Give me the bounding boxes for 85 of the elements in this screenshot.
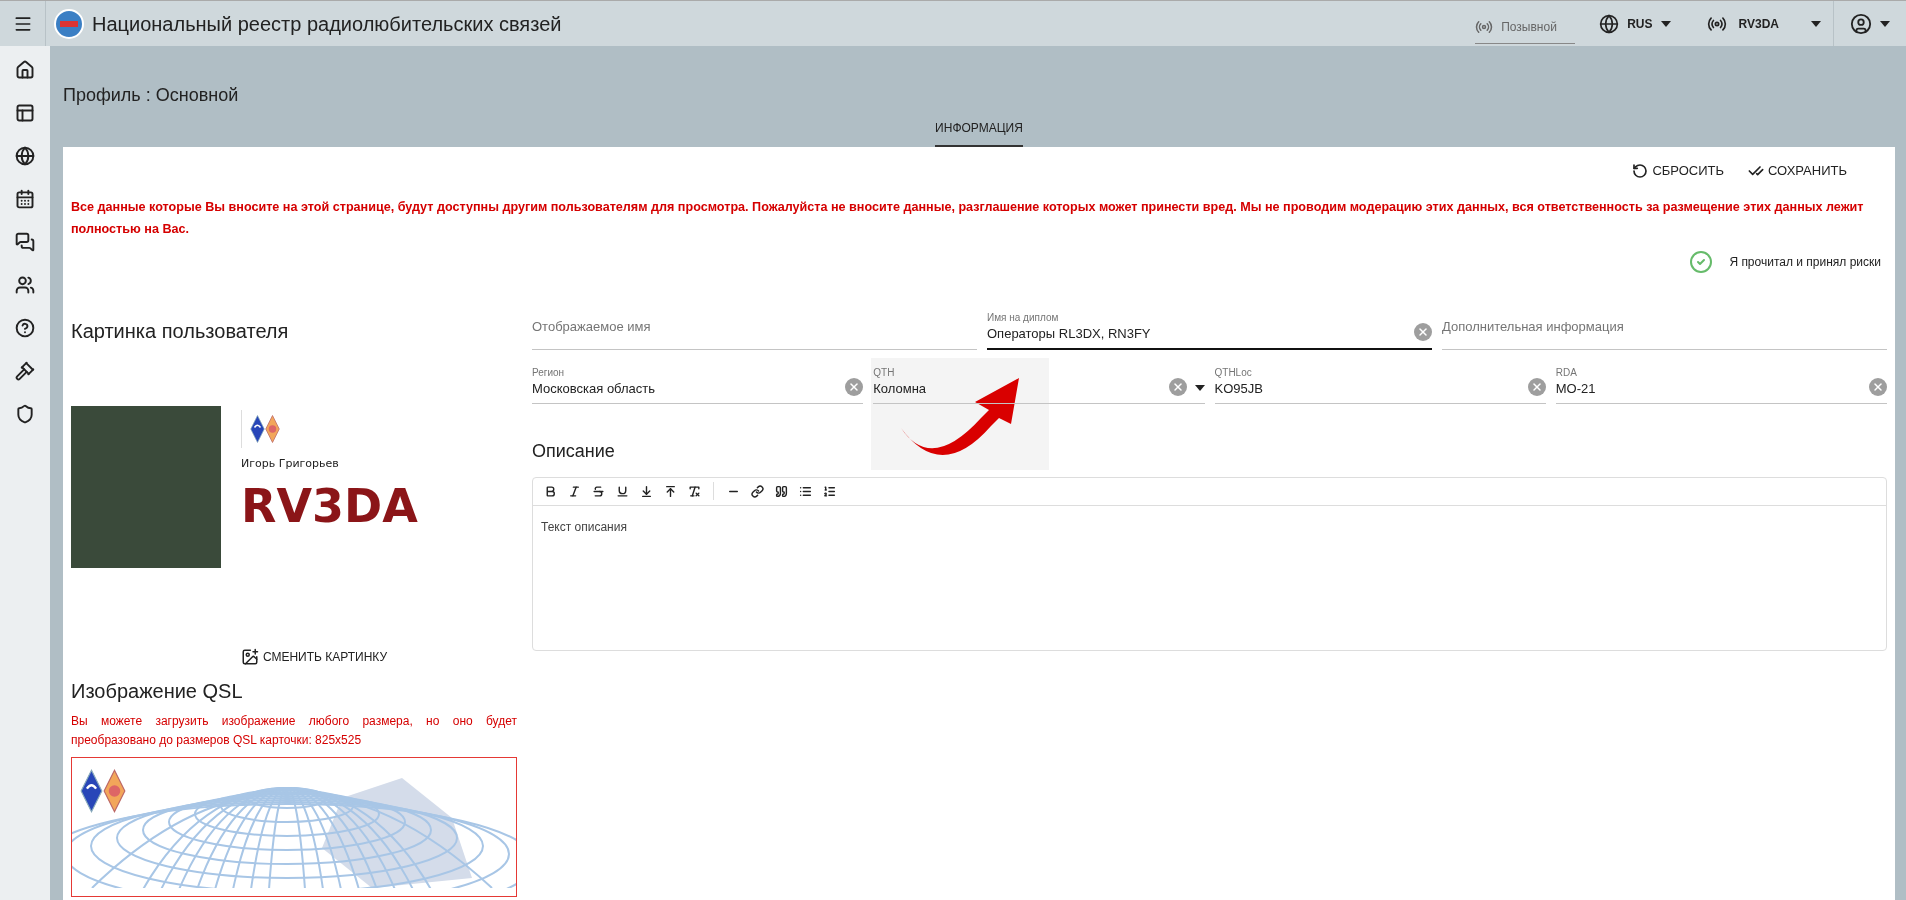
- clear-button[interactable]: [1527, 377, 1546, 396]
- chat-icon: [15, 232, 35, 252]
- close-icon: [1171, 380, 1184, 393]
- input-field[interactable]: QTHLoc KO95JB: [1214, 357, 1546, 404]
- account-icon: [1850, 12, 1872, 35]
- field-placeholder: Отображаемое имя: [532, 317, 652, 336]
- italic-icon: [567, 484, 581, 498]
- quote-icon: [774, 484, 788, 498]
- close-icon: [1872, 380, 1884, 393]
- dashboard-icon: [15, 103, 35, 123]
- numbered-list-icon: [822, 484, 836, 498]
- clear-format-icon: [687, 484, 701, 498]
- caret-icon: [1194, 384, 1205, 391]
- field-value: Операторы RL3DX, RN3FY: [987, 324, 1152, 343]
- logo-icon: [54, 8, 84, 39]
- clear-button[interactable]: [1869, 377, 1887, 396]
- superscript-icon: [663, 484, 677, 498]
- calendar-icon: [15, 189, 35, 209]
- globe-button[interactable]: [13, 144, 37, 168]
- qsl-heading: Изображение QSL: [71, 678, 244, 704]
- field-value: MO-21: [1555, 379, 1597, 398]
- field-label: QTH: [873, 366, 896, 379]
- clear-button[interactable]: [845, 377, 864, 396]
- image-icon: [240, 647, 259, 666]
- close-icon: [1417, 325, 1429, 338]
- input-field[interactable]: Отображаемое имя: [532, 303, 977, 350]
- bullet-list-icon: [798, 484, 812, 498]
- warning-text: Все данные которые Вы вносите на этой странице, будут доступны другим пользователям для просмотра. Пожалуйста не вносите данные, разглашение которых может принести вред. Мы не проводим модерацию этих данных, вся ответственность за размещение этих данных лежит полностью на Вас.: [71, 198, 1865, 238]
- callsign-text: RV3DA: [241, 478, 418, 535]
- save-button[interactable]: СОХРАНИТЬ: [1748, 161, 1847, 181]
- callsign-input[interactable]: Позывной: [1501, 18, 1572, 36]
- link-button[interactable]: [748, 482, 766, 500]
- caret-icon: [1811, 20, 1821, 27]
- radio-icon: [1475, 18, 1494, 36]
- input-field[interactable]: Дополнительная информация: [1442, 303, 1887, 350]
- field-label: Регион: [532, 366, 566, 379]
- language-button[interactable]: RUS: [1595, 13, 1675, 34]
- station-button[interactable]: RV3DA: [1702, 13, 1783, 34]
- field-label: Имя на диплом: [987, 311, 1060, 324]
- close-icon: [1530, 380, 1543, 393]
- subscript-icon: [639, 484, 653, 498]
- clear-button[interactable]: [1168, 377, 1187, 396]
- link-icon: [750, 484, 764, 498]
- caret-icon: [1880, 20, 1890, 27]
- reset-icon: [1632, 162, 1649, 179]
- field-label: RDA: [1555, 366, 1578, 379]
- risk-checkbox[interactable]: [1689, 249, 1714, 274]
- field-value: Московская область: [532, 379, 657, 398]
- rich-text-editor[interactable]: Текст описания: [532, 476, 1887, 651]
- globe-icon: [15, 146, 35, 166]
- input-field[interactable]: Имя на диплом Операторы RL3DX, RN3FY: [987, 303, 1432, 350]
- caret-icon: [1660, 20, 1671, 27]
- strikethrough-icon: [591, 484, 605, 498]
- chat-button[interactable]: [13, 230, 37, 254]
- qsl-note: Вы можете загрузить изображение любого размера, но оно будет преобразовано до размеров QSL карточки: 825x525: [71, 712, 517, 749]
- globe-icon: [1599, 13, 1620, 34]
- account-button[interactable]: [1850, 12, 1890, 35]
- select-field[interactable]: QTH Коломна: [873, 357, 1205, 404]
- input-field[interactable]: RDA MO-21: [1555, 357, 1887, 404]
- field-value: KO95JB: [1214, 379, 1264, 398]
- change-picture-button[interactable]: СМЕНИТЬ КАРТИНКУ: [240, 647, 388, 666]
- shield-icon: [15, 404, 35, 424]
- callsign-search-field[interactable]: Позывной: [1475, 11, 1576, 44]
- page-title: Профиль : Основной: [63, 84, 239, 107]
- user-picture-heading: Картинка пользователя: [71, 318, 290, 344]
- clear-button[interactable]: [1414, 322, 1432, 341]
- editor-placeholder: Текст описания: [540, 518, 628, 536]
- gavel-button[interactable]: [13, 359, 37, 383]
- field-placeholder: Дополнительная информация: [1442, 317, 1625, 336]
- badge-logos-icon: [250, 413, 283, 444]
- input-field[interactable]: Регион Московская область: [532, 357, 864, 404]
- field-value: Коломна: [873, 379, 928, 398]
- help-button[interactable]: [13, 316, 37, 340]
- gavel-icon: [15, 361, 35, 381]
- reset-button[interactable]: СБРОСИТЬ: [1632, 161, 1724, 181]
- description-heading: Описание: [532, 439, 616, 463]
- home-icon: [15, 60, 35, 80]
- close-icon: [848, 380, 861, 393]
- risk-label: Я прочитал и принял риски: [1729, 253, 1881, 271]
- field-label: QTHLoc: [1214, 366, 1253, 379]
- underline-icon: [615, 484, 629, 498]
- people-icon: [15, 275, 35, 295]
- user-name: Игорь Григорьев: [241, 455, 340, 472]
- app-title: Национальный реестр радиолюбительских связей: [92, 11, 562, 37]
- help-icon: [15, 318, 35, 338]
